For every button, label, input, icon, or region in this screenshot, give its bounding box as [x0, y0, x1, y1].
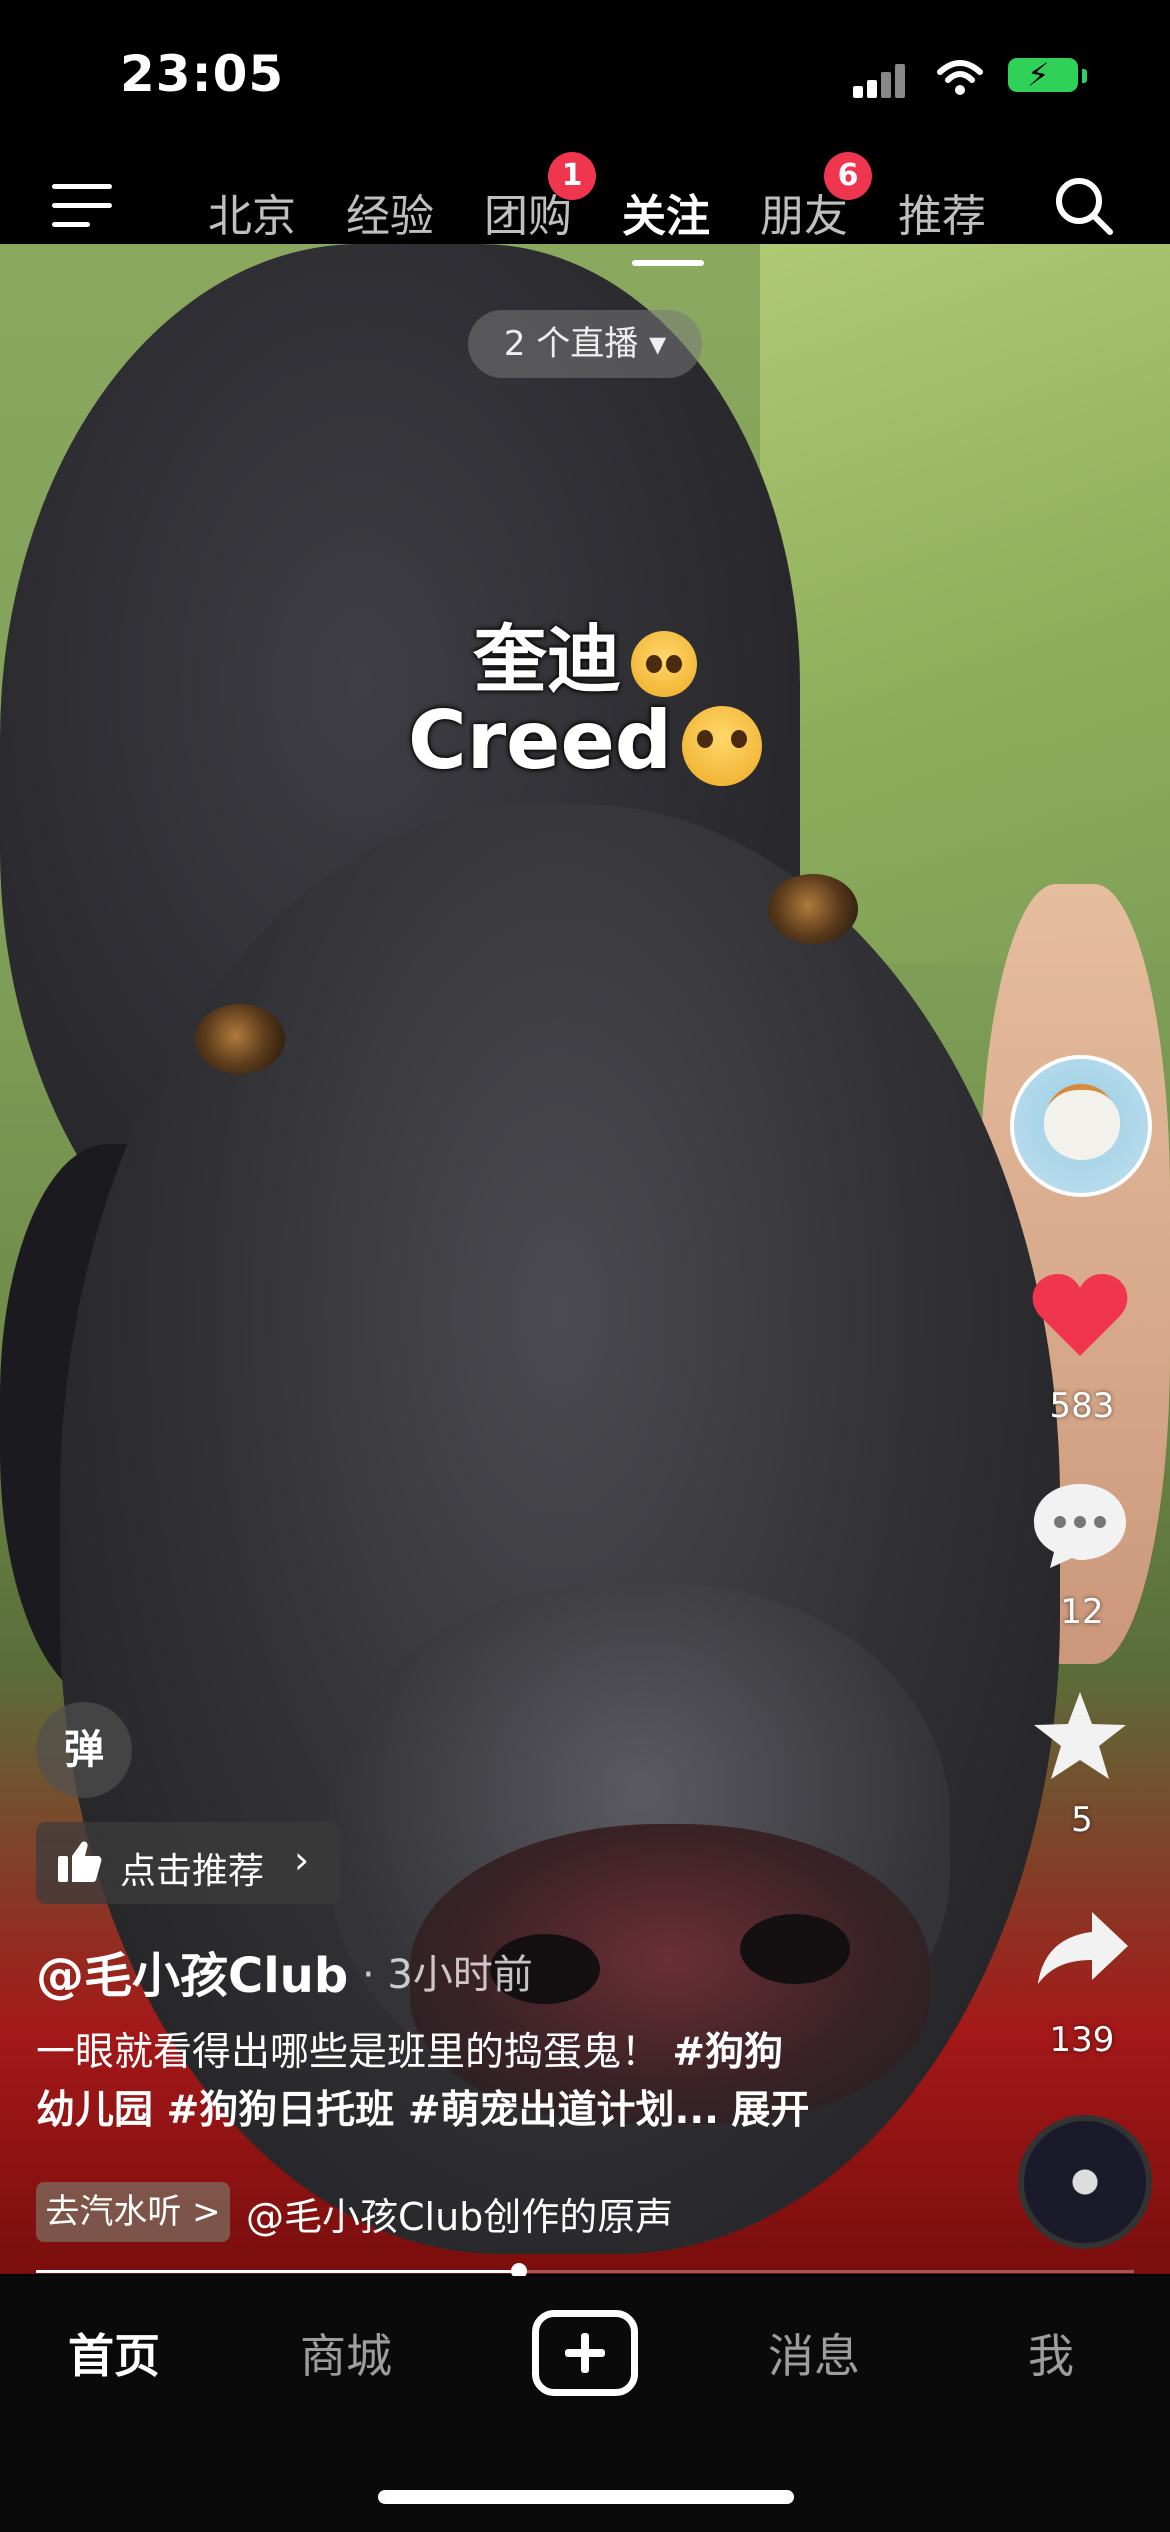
nostril-right [740, 1914, 850, 1984]
share-count: 139 [1049, 2020, 1115, 2060]
active-tab-underline [632, 260, 704, 266]
tab-beijing[interactable]: 北京 [208, 180, 296, 244]
recommend-label: 点击推荐 [120, 1851, 265, 1892]
nav-mall[interactable]: 商城 [300, 2320, 392, 2386]
post-time: · 3小时前 [362, 1952, 533, 1998]
home-indicator [378, 2490, 794, 2504]
battery-tip [1082, 69, 1087, 83]
pleading-face-emoji [681, 706, 762, 787]
video-description[interactable]: 一眼就看得出哪些是班里的捣蛋鬼！ #狗狗 幼儿园 #狗狗日托班 #萌宠出道计划.… [36, 2024, 936, 2140]
author-name[interactable]: @毛小孩Club [36, 1936, 348, 2006]
cellular-signal-icon [853, 60, 913, 98]
favorite-count: 5 [1071, 1800, 1093, 1840]
status-time: 23:05 [120, 45, 285, 103]
tab-following[interactable]: 关注 [622, 180, 710, 244]
chevron-right-icon: › [294, 1838, 310, 1882]
music-title[interactable]: @毛小孩Club创作的原声 [246, 2186, 726, 2241]
friends-badge: 6 [824, 152, 872, 200]
tab-recommend[interactable]: 推荐 [898, 180, 986, 244]
caption-line-2: Creed [0, 694, 1170, 787]
thumbs-up-icon [56, 1838, 102, 1884]
pleading-face-emoji [631, 631, 697, 698]
wifi-icon [936, 58, 984, 108]
comment-icon[interactable] [1030, 1480, 1130, 1570]
nav-home[interactable]: 首页 [68, 2320, 160, 2386]
expand-link[interactable]: 展开 [731, 2088, 809, 2133]
live-count-pill[interactable]: 2 个直播 ▾ [468, 310, 702, 378]
tab-experience[interactable]: 经验 [346, 180, 434, 244]
listen-in-soda-music-button[interactable]: 去汽水听 > [36, 2182, 230, 2242]
like-count: 583 [1049, 1386, 1115, 1426]
hashtags[interactable]: 幼儿园 #狗狗日托班 #萌宠出道计划... [36, 2088, 719, 2133]
share-arrow-icon[interactable] [1036, 1910, 1130, 1986]
music-disc-icon[interactable] [1018, 2115, 1152, 2249]
shiba-dog-face [1044, 1090, 1120, 1160]
search-icon[interactable] [1052, 174, 1116, 238]
nav-messages[interactable]: 消息 [768, 2320, 860, 2386]
dog-eye-right [768, 874, 858, 944]
dog-eye-left [195, 1004, 285, 1074]
like-heart-icon[interactable] [1030, 1270, 1130, 1360]
danmu-toggle-button[interactable]: 弹 [36, 1702, 132, 1798]
favorite-star-icon[interactable] [1030, 1690, 1130, 1782]
hashtag[interactable]: #狗狗 [672, 2030, 783, 2075]
create-plus-button[interactable] [532, 2310, 638, 2396]
group-buy-badge: 1 [548, 152, 596, 200]
playback-progress-fill [36, 2270, 519, 2273]
caption-line-1: 奎迪 [0, 600, 1170, 707]
menu-icon[interactable] [52, 184, 112, 228]
nav-me[interactable]: 我 [1028, 2320, 1074, 2386]
charging-bolt-icon: ⚡ [1027, 56, 1050, 94]
comment-count: 12 [1060, 1592, 1104, 1632]
